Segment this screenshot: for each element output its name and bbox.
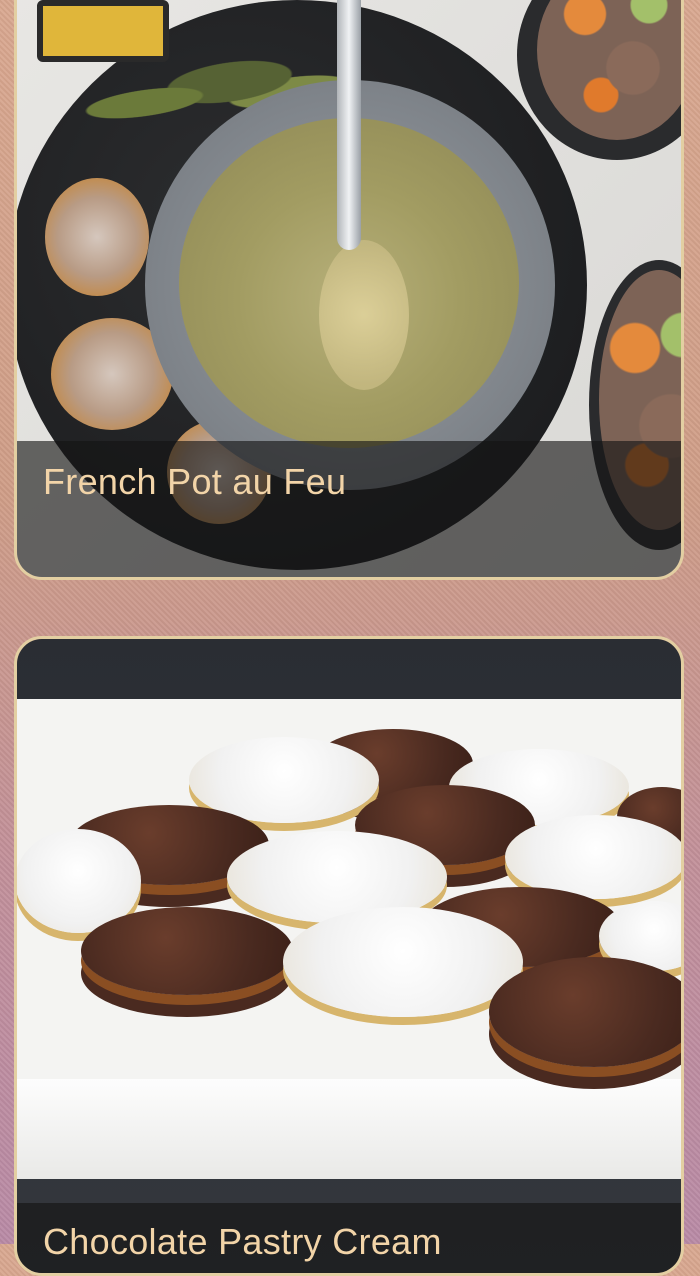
recipe-card-chocolate-pastry-cream[interactable]: Chocolate Pastry Cream bbox=[14, 636, 684, 1276]
recipe-card-pot-au-feu[interactable]: French Pot au Feu bbox=[14, 0, 684, 580]
sugar-cookie bbox=[283, 907, 523, 1017]
recipe-title: Chocolate Pastry Cream bbox=[43, 1221, 442, 1262]
recipe-caption-bar: French Pot au Feu bbox=[17, 441, 681, 577]
chocolate-cookie bbox=[489, 957, 681, 1067]
recipe-title: French Pot au Feu bbox=[43, 461, 347, 502]
marrow-toast bbox=[45, 178, 149, 296]
mustard-dish bbox=[37, 0, 169, 62]
spoon bbox=[319, 240, 409, 390]
recipe-photo-chocolate-pastry-cream bbox=[17, 639, 681, 1273]
chocolate-cookie bbox=[81, 907, 293, 995]
serving-plate-edge bbox=[17, 1079, 681, 1179]
recipe-caption-bar: Chocolate Pastry Cream bbox=[17, 1203, 681, 1273]
spoon-handle bbox=[337, 0, 361, 250]
